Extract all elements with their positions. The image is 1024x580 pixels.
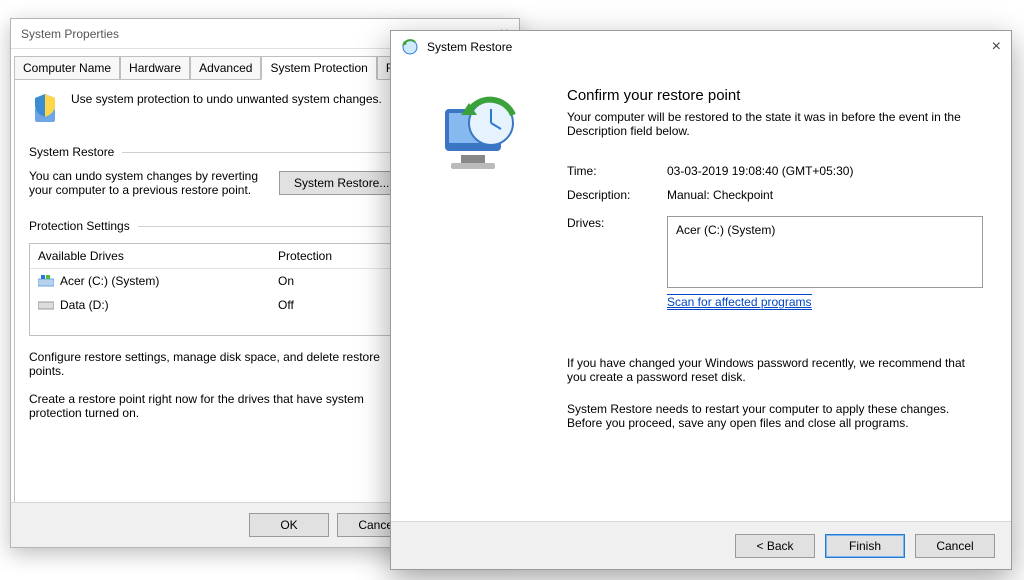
scan-affected-programs-link[interactable]: Scan for affected programs (667, 294, 812, 310)
wizard-title: System Restore (427, 40, 992, 54)
system-restore-icon (401, 38, 419, 56)
close-icon[interactable]: × (992, 38, 1001, 56)
wizard-buttons: < Back Finish Cancel (391, 521, 1011, 569)
sysprops-intro: Use system protection to undo unwanted s… (71, 92, 382, 129)
configure-text: Configure restore settings, manage disk … (29, 350, 389, 378)
shield-icon (29, 92, 61, 129)
create-text: Create a restore point right now for the… (29, 392, 401, 420)
wizard-lead: Your computer will be restored to the st… (567, 110, 983, 138)
wizard-titlebar: System Restore × (391, 31, 1011, 63)
affected-drive: Acer (C:) (System) (676, 223, 775, 237)
restart-note: System Restore needs to restart your com… (567, 402, 983, 430)
drive-name: Acer (C:) (System) (60, 274, 159, 288)
wizard-art (391, 63, 561, 521)
time-label: Time: (567, 164, 667, 178)
tab-computer-name[interactable]: Computer Name (14, 56, 120, 80)
system-restore-button[interactable]: System Restore... (279, 171, 404, 195)
wizard-content: Confirm your restore point Your computer… (561, 63, 1011, 521)
ok-button[interactable]: OK (249, 513, 329, 537)
sysprops-title: System Properties (21, 27, 119, 41)
tab-advanced[interactable]: Advanced (190, 56, 261, 80)
drive-name: Data (D:) (60, 298, 109, 312)
password-disk-note: If you have changed your Windows passwor… (567, 356, 983, 384)
description-value: Manual: Checkpoint (667, 188, 983, 202)
column-header-drives: Available Drives (30, 244, 270, 268)
restore-description: You can undo system changes by reverting… (29, 169, 259, 197)
group-label: System Restore (29, 145, 114, 159)
back-button[interactable]: < Back (735, 534, 815, 558)
drives-label: Drives: (567, 216, 667, 230)
disk-icon (38, 299, 54, 311)
affected-drives-box: Acer (C:) (System) (667, 216, 983, 288)
cancel-button[interactable]: Cancel (915, 534, 995, 558)
group-label: Protection Settings (29, 219, 130, 233)
system-restore-wizard: System Restore × Confirm your restore po… (390, 30, 1012, 570)
tab-hardware[interactable]: Hardware (120, 56, 190, 80)
finish-button[interactable]: Finish (825, 534, 905, 558)
wizard-heading: Confirm your restore point (567, 87, 983, 104)
description-label: Description: (567, 188, 667, 202)
time-value: 03-03-2019 19:08:40 (GMT+05:30) (667, 164, 983, 178)
windows-disk-icon (38, 275, 54, 287)
tab-system-protection[interactable]: System Protection (261, 56, 376, 80)
